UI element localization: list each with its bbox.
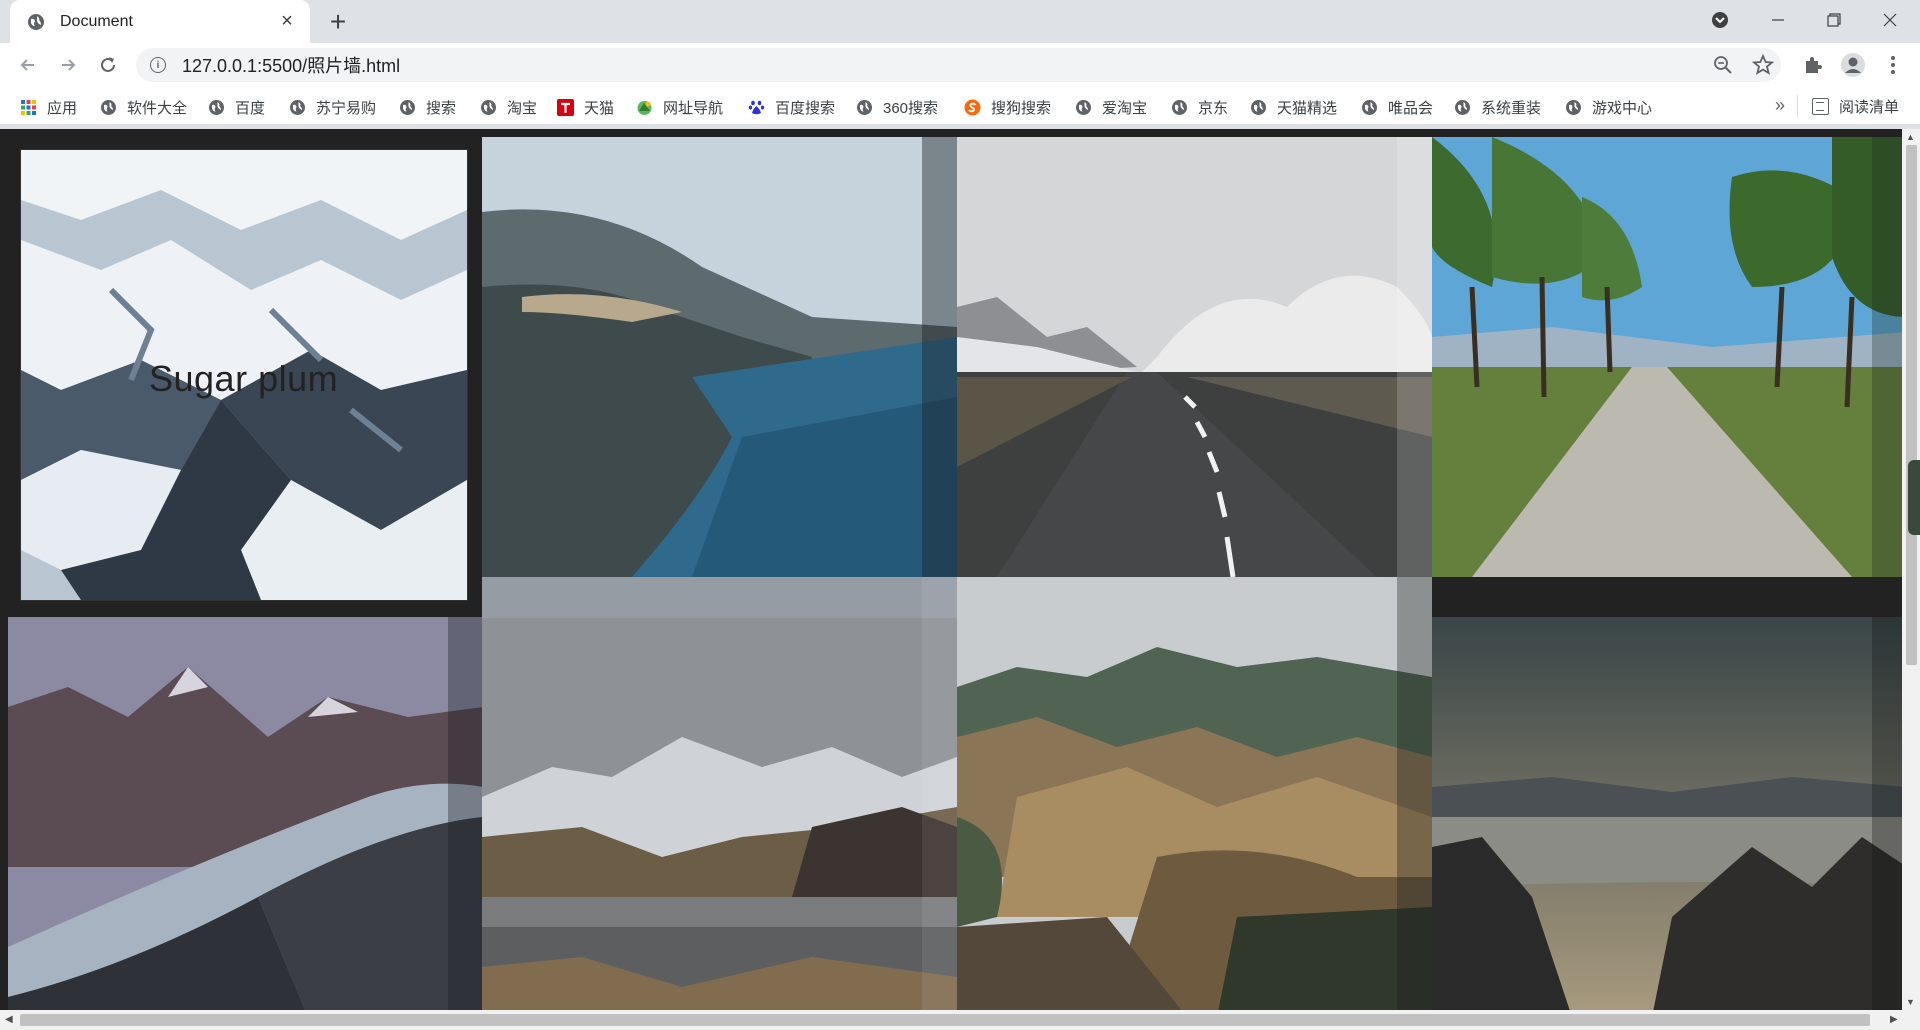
globe-icon — [1362, 99, 1377, 115]
bookmark-item[interactable]: 搜索 — [399, 96, 456, 118]
bookmark-label: 爱淘宝 — [1102, 99, 1148, 117]
bookmark-label: 淘宝 — [507, 99, 538, 117]
tmall-icon — [557, 98, 574, 116]
horizontal-scroll-thumb[interactable] — [20, 1014, 1870, 1026]
bookmark-label: 360搜索 — [883, 99, 939, 117]
bookmarks-bar: » 阅读清单 应用 软件大全 百度 苏宁易购 搜索 淘宝 天猫 网址导航 百度搜索 360搜索 搜狗… — [0, 87, 1920, 125]
navigation-icon — [637, 100, 652, 115]
bookmark-item[interactable]: 淘宝 — [480, 96, 537, 118]
globe-icon — [1455, 99, 1470, 115]
bookmark-label: 苏宁易购 — [316, 99, 377, 117]
scroll-down-arrow-icon[interactable]: ▼ — [1906, 997, 1916, 1007]
bookmark-item[interactable]: 苏宁易购 — [289, 96, 376, 118]
photo-glacier-river[interactable] — [8, 617, 483, 1010]
photo-snowy-lake[interactable] — [482, 577, 957, 1010]
tab-title: Document — [60, 12, 133, 30]
globe-icon — [481, 99, 496, 115]
reading-list-label: 阅读清单 — [1839, 99, 1900, 116]
globe-icon — [1566, 99, 1581, 115]
photo-colorful-hills[interactable] — [957, 577, 1432, 1010]
page-viewport: Sugar plum — [0, 129, 1902, 1010]
browser-toolbar: i 127.0.0.1:5500/照片墙.html — [0, 43, 1920, 87]
sogou-icon — [964, 99, 981, 115]
bookmark-label: 百度搜索 — [775, 99, 836, 117]
bookmark-label: 百度 — [235, 99, 266, 117]
puzzle-icon[interactable] — [1800, 52, 1826, 78]
globe-icon — [857, 99, 872, 115]
bookmark-item[interactable]: 游戏中心 — [1565, 96, 1652, 118]
url-text[interactable]: 127.0.0.1:5500/照片墙.html — [182, 52, 400, 78]
bookmark-label: 搜索 — [426, 99, 457, 117]
bookmark-item[interactable]: 百度搜索 — [748, 96, 835, 118]
bookmark-item[interactable]: 唯品会 — [1361, 96, 1433, 118]
bookmark-label: 应用 — [47, 99, 78, 117]
baidu-paw-icon — [748, 100, 765, 114]
bookmark-label: 天猫精选 — [1277, 99, 1338, 117]
profile-menu-icon[interactable] — [1690, 0, 1750, 40]
bookmark-item[interactable]: 爱淘宝 — [1075, 96, 1147, 118]
globe-icon — [1172, 99, 1187, 115]
bookmark-item[interactable]: 360搜索 — [856, 96, 938, 118]
kebab-menu-icon[interactable] — [1880, 52, 1906, 78]
photo-caption: Sugar plum — [149, 358, 339, 399]
scroll-right-arrow-icon[interactable]: ▶ — [1890, 1014, 1898, 1025]
bookmark-item[interactable]: 天猫精选 — [1250, 96, 1337, 118]
scroll-up-arrow-icon[interactable]: ▲ — [1906, 132, 1916, 142]
bookmark-label: 网址导航 — [663, 99, 724, 117]
side-panel-handle[interactable] — [1908, 460, 1920, 535]
address-bar[interactable]: i 127.0.0.1:5500/照片墙.html — [136, 48, 1781, 82]
photo-sea-of-clouds[interactable] — [1432, 617, 1902, 1010]
vertical-scroll-thumb[interactable] — [1906, 145, 1917, 665]
new-tab-button[interactable]: + — [324, 6, 352, 37]
tab-strip: Document × + — [0, 0, 1920, 43]
tab-document[interactable]: Document × — [10, 0, 310, 43]
site-info-icon[interactable]: i — [150, 57, 166, 73]
bookmark-label: 软件大全 — [127, 99, 188, 117]
photo-glacier-ice[interactable]: Sugar plum — [21, 150, 467, 600]
globe-icon — [28, 13, 44, 30]
horizontal-scrollbar[interactable]: ◀ ▶ — [0, 1010, 1920, 1030]
zoom-out-icon[interactable] — [1710, 52, 1736, 78]
globe-icon — [209, 99, 224, 115]
bookmark-item[interactable]: 软件大全 — [100, 96, 187, 118]
star-icon[interactable] — [1750, 52, 1776, 78]
bookmark-item[interactable]: 系统重装 — [1454, 96, 1541, 118]
forward-arrow-icon[interactable] — [54, 51, 82, 79]
bookmark-item[interactable]: 网址导航 — [636, 96, 723, 118]
tab-close-button[interactable]: × — [276, 10, 298, 33]
restore-button[interactable] — [1804, 0, 1864, 40]
bookmark-item[interactable]: 京东 — [1171, 96, 1228, 118]
apps-grid-icon — [21, 99, 36, 115]
globe-icon — [400, 99, 415, 115]
bookmark-label: 游戏中心 — [1592, 99, 1653, 117]
globe-icon — [290, 99, 305, 115]
reload-icon[interactable] — [94, 51, 122, 79]
globe-icon — [101, 99, 116, 115]
bookmarks-divider — [1797, 95, 1798, 117]
photo-steaming-road[interactable] — [957, 137, 1432, 577]
bookmark-label: 搜狗搜索 — [991, 99, 1052, 117]
minimize-button[interactable] — [1748, 0, 1808, 40]
bookmark-item[interactable]: 应用 — [20, 96, 77, 118]
photo-coastal-cliff[interactable] — [482, 137, 957, 577]
back-arrow-icon[interactable] — [14, 51, 42, 79]
close-window-button[interactable] — [1860, 0, 1920, 40]
bookmark-label: 天猫 — [584, 99, 615, 117]
bookmark-item[interactable]: 天猫 — [557, 96, 614, 118]
scroll-left-arrow-icon[interactable]: ◀ — [5, 1014, 13, 1025]
globe-icon — [1251, 99, 1266, 115]
bookmark-label: 唯品会 — [1388, 99, 1434, 117]
vertical-scrollbar[interactable]: ▲ ▼ — [1902, 129, 1920, 1010]
bookmark-label: 京东 — [1198, 99, 1229, 117]
reading-list-icon — [1812, 98, 1829, 115]
bookmark-item[interactable]: 搜狗搜索 — [964, 96, 1051, 118]
photo-tree-lined-road[interactable] — [1432, 137, 1902, 577]
avatar-icon[interactable] — [1840, 52, 1866, 78]
bookmark-item[interactable]: 百度 — [208, 96, 265, 118]
reading-list-button[interactable]: 阅读清单 — [1812, 96, 1899, 117]
bookmark-label: 系统重装 — [1481, 99, 1542, 117]
globe-icon — [1076, 99, 1091, 115]
bookmarks-overflow-button[interactable]: » — [1775, 95, 1785, 116]
